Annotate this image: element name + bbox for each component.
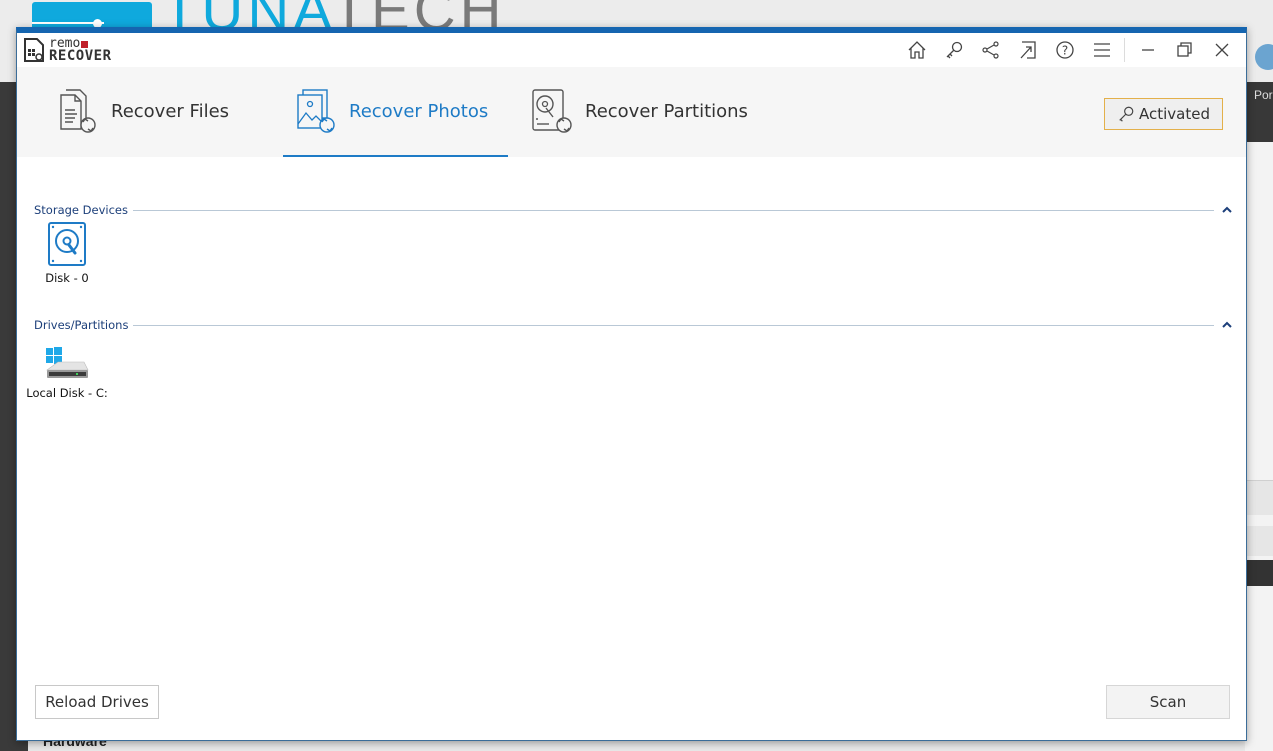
background-dark-strip [1245, 560, 1273, 586]
tab-label: Recover Photos [349, 100, 489, 122]
activation-key-button[interactable] [935, 36, 972, 64]
tab-label: Recover Files [111, 100, 230, 122]
share-button[interactable] [972, 36, 1009, 64]
close-button[interactable] [1203, 36, 1240, 64]
remo-recover-window: remo RECOVER ? Recover Files Recover Pho… [16, 27, 1247, 741]
activated-button[interactable]: Activated [1104, 98, 1223, 130]
collapse-caret-icon[interactable] [1222, 205, 1232, 215]
background-strip [1245, 526, 1273, 556]
activated-label: Activated [1139, 105, 1210, 123]
help-button[interactable]: ? [1046, 36, 1083, 64]
minimize-icon [1141, 49, 1154, 51]
remo-logo-icon [24, 38, 44, 62]
section-title: Drives/Partitions [34, 318, 129, 332]
collapse-caret-icon[interactable] [1222, 320, 1232, 330]
recover-files-icon [60, 89, 96, 133]
logo-recover-text: RECOVER [49, 48, 112, 64]
mode-tab-bar: Recover Files Recover Photos Recover Par… [17, 67, 1246, 157]
hard-disk-icon [48, 222, 86, 266]
svg-text:?: ? [1061, 44, 1067, 58]
section-title: Storage Devices [34, 203, 128, 217]
drive-local-disk-c[interactable]: Local Disk - C: [26, 346, 108, 400]
storage-device-disk-0[interactable]: Disk - 0 [41, 221, 93, 285]
title-bar[interactable]: remo RECOVER ? [17, 33, 1246, 67]
tab-recover-photos[interactable]: Recover Photos [283, 67, 509, 157]
tab-label: Recover Partitions [585, 100, 748, 122]
background-right-panel [1245, 82, 1273, 751]
share-icon [981, 41, 999, 59]
restore-icon [1176, 42, 1192, 57]
device-label: Local Disk - C: [26, 386, 108, 400]
drives-partitions-header: Drives/Partitions [34, 318, 1232, 332]
reload-drives-button[interactable]: Reload Drives [35, 685, 159, 719]
home-button[interactable] [898, 36, 935, 64]
open-external-button[interactable] [1009, 36, 1046, 64]
device-label: Disk - 0 [45, 271, 89, 285]
minimize-button[interactable] [1129, 36, 1166, 64]
home-icon [908, 41, 925, 59]
recover-photos-icon [297, 89, 335, 133]
recover-partitions-icon [532, 89, 572, 133]
app-logo: remo RECOVER [23, 36, 112, 64]
titlebar-toolbar: ? [898, 36, 1240, 64]
scan-button[interactable]: Scan [1106, 685, 1230, 719]
background-strip [1245, 480, 1273, 515]
windows-drive-icon [46, 347, 89, 378]
toolbar-separator [1124, 38, 1125, 62]
storage-devices-header: Storage Devices [34, 203, 1232, 217]
background-right-label: Por [1254, 88, 1273, 102]
logo-red-square [81, 40, 89, 48]
section-divider [132, 209, 1214, 211]
restore-button[interactable] [1166, 36, 1203, 64]
menu-icon [1093, 43, 1110, 57]
tab-recover-files[interactable]: Recover Files [55, 67, 229, 155]
key-icon [1119, 106, 1134, 122]
close-icon [1215, 43, 1228, 57]
help-icon: ? [1055, 41, 1074, 59]
tab-recover-partitions[interactable]: Recover Partitions [529, 67, 748, 155]
menu-button[interactable] [1083, 36, 1120, 64]
external-link-icon [1020, 41, 1036, 59]
section-divider [133, 324, 1214, 326]
key-icon [946, 41, 962, 59]
